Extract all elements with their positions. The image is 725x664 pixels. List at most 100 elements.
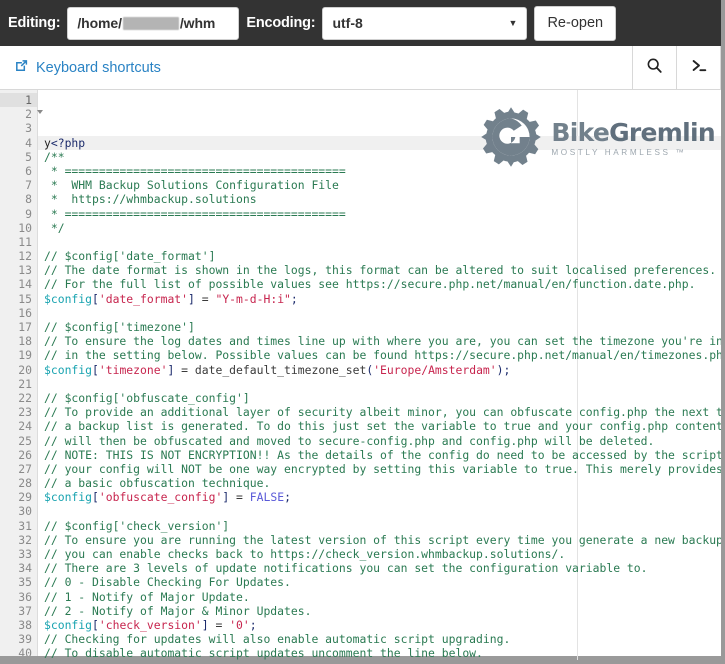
code-line[interactable]: // 2 - Notify of Major & Minor Updates.	[44, 604, 721, 618]
token-comment: /**	[44, 149, 65, 164]
token-string: 'obfuscate_config'	[98, 490, 223, 505]
code-line[interactable]: // 1 - Notify of Major Update.	[44, 590, 721, 604]
code-line[interactable]: // $config['check_version']	[44, 519, 721, 533]
line-number: 8	[25, 192, 32, 207]
line-number: 32	[18, 532, 32, 547]
line-number-gutter: 1 2 3 4 5 6 7 8 9 10 11 12 13 14 15 16 17 18 19 20 21 22 23 24 2…	[0, 90, 43, 660]
code-editor[interactable]: 1 2 3 4 5 6 7 8 9 10 11 12 13 14 15 16 17 18 19 20 21 22 23 24 2…	[0, 90, 721, 662]
token-operator: =	[208, 617, 230, 632]
code-line[interactable]: // your config will NOT be one way encry…	[44, 462, 721, 476]
line-number: 7	[25, 178, 32, 193]
code-line[interactable]: $config['timezone'] = date_default_timez…	[44, 363, 721, 377]
code-line[interactable]: // To ensure you are running the latest …	[44, 533, 721, 547]
code-line[interactable]: * ======================================…	[44, 164, 721, 178]
code-line[interactable]: // NOTE: THIS IS NOT ENCRYPTION!! As the…	[44, 448, 721, 462]
code-line[interactable]	[44, 504, 721, 518]
editor-top-toolbar: Editing: /home/ /whm Encoding: utf-8 ▼ Re…	[0, 0, 721, 46]
code-line[interactable]	[44, 306, 721, 320]
line-number: 18	[18, 334, 32, 349]
code-line[interactable]: // There are 3 levels of update notifica…	[44, 561, 721, 575]
token-punctuation: ;	[249, 617, 257, 632]
code-line[interactable]: // $config['timezone']	[44, 320, 721, 334]
code-line[interactable]: /**	[44, 150, 721, 164]
external-link-icon	[14, 58, 29, 77]
code-line[interactable]: // $config["skip_update"] = '1';	[44, 661, 721, 662]
code-line[interactable]: // will then be obfuscated and moved to …	[44, 434, 721, 448]
token-comment: // 0 - Disable Checking For Updates.	[44, 575, 291, 590]
keyboard-shortcuts-link[interactable]: Keyboard shortcuts	[14, 58, 161, 77]
code-line[interactable]: // 0 - Disable Checking For Updates.	[44, 575, 721, 589]
line-number: 2	[0, 107, 43, 121]
token-plain: y	[44, 135, 51, 150]
token-comment: // Checking for updates will also enable…	[44, 632, 511, 647]
token-keyword: FALSE	[249, 490, 285, 505]
code-line[interactable]: // The date format is shown in the logs,…	[44, 263, 721, 277]
code-line[interactable]: $config['date_format'] = "Y-m-d-H:i";	[44, 292, 721, 306]
code-line[interactable]: */	[44, 221, 721, 235]
token-string: 'date_format'	[98, 291, 189, 306]
token-punctuation: ]	[188, 291, 195, 306]
encoding-label: Encoding:	[246, 15, 316, 31]
token-comment: // There are 3 levels of update notifica…	[44, 561, 648, 576]
token-string: 'timezone'	[98, 362, 168, 377]
code-line[interactable]: // To ensure the log dates and times lin…	[44, 334, 721, 348]
code-line[interactable]: // To provide an additional layer of sec…	[44, 405, 721, 419]
token-comment: // will then be obfuscated and moved to …	[44, 433, 655, 448]
code-line[interactable]: // To disable automatic script updates u…	[44, 646, 721, 660]
token-comment: // $config["skip_update"] = '1';	[44, 661, 263, 662]
token-punctuation: [	[92, 490, 99, 505]
line-number: 36	[18, 589, 32, 604]
token-string: "Y-m-d-H:i"	[215, 291, 291, 306]
line-number: 39	[18, 632, 32, 647]
token-comment: // a backup list is generated. To do thi…	[44, 419, 721, 434]
search-icon	[646, 57, 663, 79]
token-punctuation: );	[496, 362, 511, 377]
token-comment: // $config['obfuscate_config']	[44, 390, 250, 405]
token-variable: $config	[44, 291, 93, 306]
token-comment: // a basic obfuscation technique.	[44, 476, 271, 491]
line-number: 30	[18, 504, 32, 519]
line-number: 25	[18, 433, 32, 448]
line-number: 33	[18, 547, 32, 561]
code-line[interactable]: $config['obfuscate_config'] = FALSE;	[44, 490, 721, 504]
chevron-down-icon: ▼	[508, 18, 518, 28]
token-punctuation: [	[92, 362, 99, 377]
line-number: 17	[18, 320, 32, 334]
code-line[interactable]: // Checking for updates will also enable…	[44, 632, 721, 646]
token-comment: * https://whmbackup.solutions	[44, 192, 257, 207]
code-line[interactable]: $config['check_version'] = '0';	[44, 618, 721, 632]
file-path-input[interactable]: /home/ /whm	[67, 6, 240, 40]
code-line[interactable]: y<?php	[38, 135, 721, 150]
code-line[interactable]: // a basic obfuscation technique.	[44, 476, 721, 490]
code-line[interactable]	[44, 235, 721, 249]
code-line[interactable]: * https://whmbackup.solutions	[44, 192, 721, 206]
search-button[interactable]	[632, 46, 676, 89]
code-line[interactable]: // $config['obfuscate_config']	[44, 391, 721, 405]
token-comment: // your config will NOT be one way encry…	[44, 461, 721, 476]
terminal-button[interactable]	[676, 46, 721, 89]
encoding-select[interactable]: utf-8 ▼	[322, 6, 528, 40]
code-line[interactable]	[44, 377, 721, 391]
code-area[interactable]: y<?php/** * ============================…	[38, 90, 721, 662]
line-number: 5	[25, 149, 32, 164]
token-comment: * ======================================…	[44, 163, 346, 178]
reopen-button[interactable]: Re-open	[534, 5, 617, 41]
line-number: 21	[18, 376, 32, 391]
token-punctuation: [	[92, 617, 99, 632]
code-line[interactable]: // For the full list of possible values …	[44, 277, 721, 291]
code-line[interactable]: // in the setting below. Possible values…	[44, 348, 721, 362]
terminal-icon	[690, 57, 708, 79]
code-line[interactable]: // $config['date_format']	[44, 249, 721, 263]
token-operator: =	[194, 291, 216, 306]
code-line[interactable]: // a backup list is generated. To do thi…	[44, 419, 721, 433]
code-line[interactable]: * ======================================…	[44, 207, 721, 221]
token-comment: // NOTE: THIS IS NOT ENCRYPTION!! As the…	[44, 447, 721, 462]
code-line[interactable]: // you can enable checks back to https:/…	[44, 547, 721, 561]
token-comment: * WHM Backup Solutions Configuration Fil…	[44, 178, 339, 193]
token-comment: // To ensure the log dates and times lin…	[44, 334, 721, 349]
line-number: 38	[18, 617, 32, 632]
line-number: 26	[18, 447, 32, 462]
token-comment: // $config['date_format']	[44, 249, 216, 264]
code-line[interactable]: * WHM Backup Solutions Configuration Fil…	[44, 178, 721, 192]
file-path-redacted-username	[122, 16, 179, 30]
